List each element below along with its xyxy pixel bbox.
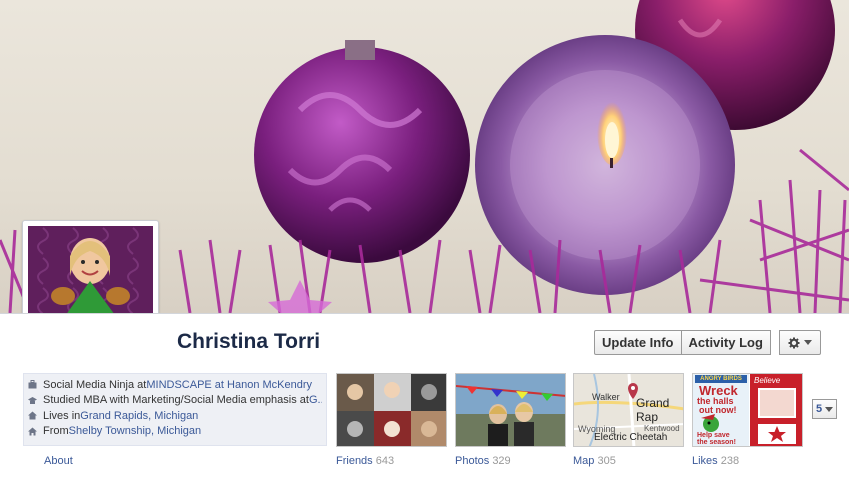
map-link[interactable]: Map 305 xyxy=(573,455,616,467)
map-place-label: Grand Rap xyxy=(636,396,670,424)
about-line-hometown: From Shelby Township, Michigan xyxy=(28,424,322,440)
about-line-work: Social Media Ninja at MINDSCAPE at Hanon… xyxy=(28,377,322,393)
likes-tile[interactable]: ANGRY BIRDS Wreck the halls out now! Hel… xyxy=(692,373,803,447)
about-line-residence: Lives in Grand Rapids, Michigan xyxy=(28,408,322,424)
about-tab[interactable]: About xyxy=(44,455,73,467)
about-line-text: From xyxy=(43,425,69,438)
profile-actions: Update Info Activity Log xyxy=(594,330,821,355)
activity-log-button[interactable]: Activity Log xyxy=(681,330,771,355)
map-place-label: Walker xyxy=(592,392,620,402)
more-sections-button[interactable]: 5 xyxy=(812,399,837,419)
friends-tile[interactable] xyxy=(336,373,447,447)
tile-label: Friends xyxy=(336,455,373,467)
friends-link[interactable]: Friends 643 xyxy=(336,455,394,467)
tile-count: 643 xyxy=(375,455,395,467)
about-line-text: Studied MBA with Marketing/Social Media … xyxy=(43,394,309,407)
tile-count: 238 xyxy=(720,455,740,467)
tile-label: Map xyxy=(573,455,595,467)
map-place-label: Electric Cheetah xyxy=(594,432,668,443)
chevron-down-icon xyxy=(803,340,812,345)
settings-dropdown-button[interactable] xyxy=(778,330,821,355)
tile-count: 329 xyxy=(492,455,511,467)
home-icon xyxy=(28,411,37,420)
friends-collage xyxy=(337,374,446,446)
chevron-down-icon xyxy=(825,406,834,412)
believe-like: Believe xyxy=(750,374,802,446)
likes-link[interactable]: Likes 238 xyxy=(692,455,739,467)
angry-birds-like: ANGRY BIRDS Wreck the halls out now! Hel… xyxy=(693,374,749,446)
about-line-text: Lives in xyxy=(43,409,81,422)
tile-label: Photos xyxy=(455,455,490,467)
photos-link[interactable]: Photos 329 xyxy=(455,455,511,467)
about-summary[interactable]: Social Media Ninja at MINDSCAPE at Hanon… xyxy=(23,373,327,446)
map-tile[interactable]: Walker Grand Rap Wyoming Kentwood Electr… xyxy=(573,373,684,447)
employer-link[interactable]: MINDSCAPE at Hanon McKendry xyxy=(146,379,312,391)
update-info-button[interactable]: Update Info xyxy=(594,330,682,355)
gear-icon xyxy=(788,337,800,348)
current-city-link[interactable]: Grand Rapids, Michigan xyxy=(80,410,198,422)
about-line-text: Social Media Ninja at xyxy=(43,378,147,391)
briefcase-icon xyxy=(28,380,37,389)
tile-label: Likes xyxy=(692,455,718,467)
profile-name[interactable]: Christina Torri xyxy=(177,330,320,354)
photos-tile[interactable] xyxy=(455,373,566,447)
hometown-link[interactable]: Shelby Township, Michigan xyxy=(69,425,201,437)
about-line-education: Studied MBA with Marketing/Social Media … xyxy=(28,393,322,409)
ad-footer: Help save xyxy=(697,432,730,439)
more-count: 5 xyxy=(815,403,823,415)
school-link[interactable]: G... xyxy=(309,394,322,406)
ad-footer: the season! xyxy=(697,439,736,446)
house-icon xyxy=(28,427,37,436)
graduation-icon xyxy=(28,396,37,404)
tile-count: 305 xyxy=(597,455,616,467)
photos-preview xyxy=(456,374,565,446)
star-icon xyxy=(768,426,786,442)
